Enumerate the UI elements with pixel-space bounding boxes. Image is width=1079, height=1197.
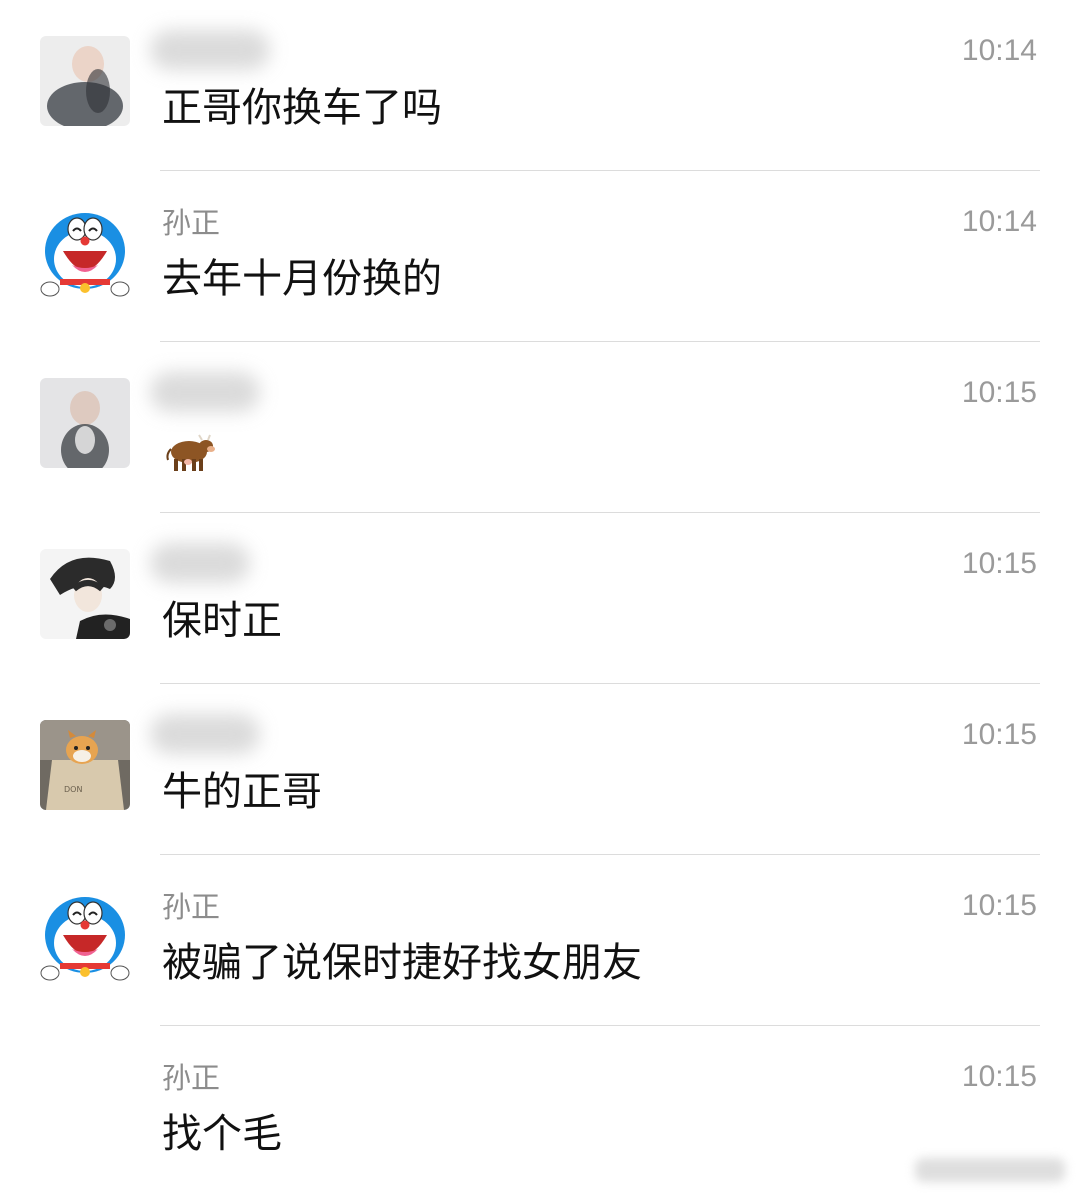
avatar[interactable] xyxy=(40,549,130,639)
message-text: 去年十月份换的 xyxy=(162,256,442,302)
watermark xyxy=(915,1158,1065,1182)
blurred-sender-name xyxy=(150,30,270,70)
message-text: 正哥你换车了吗 xyxy=(162,85,442,131)
cow-icon xyxy=(166,434,215,471)
avatar[interactable] xyxy=(40,36,130,126)
message-text: 牛的正哥 xyxy=(162,769,322,815)
message-time: 10:15 xyxy=(961,547,1037,580)
chat-message[interactable]: 10:14 正哥你换车了吗 xyxy=(0,0,1079,171)
sender-name: 孙正 xyxy=(162,890,221,924)
message-text: 被骗了说保时捷好找女朋友 xyxy=(162,940,642,986)
blurred-sender-name xyxy=(150,543,250,583)
svg-text:DON: DON xyxy=(64,785,82,794)
chat-message[interactable]: DON 10:15 牛的正哥 xyxy=(0,684,1079,855)
blurred-sender-name xyxy=(150,372,260,412)
message-time: 10:15 xyxy=(961,376,1037,409)
blurred-sender-name xyxy=(150,714,260,754)
message-time: 10:15 xyxy=(961,889,1037,922)
avatar[interactable] xyxy=(40,378,130,468)
doraemon-avatar[interactable] xyxy=(40,891,130,981)
avatar[interactable]: DON xyxy=(40,720,130,810)
sender-name: 孙正 xyxy=(162,206,221,240)
message-time: 10:14 xyxy=(961,34,1037,67)
chat-message[interactable]: 孙正 10:14 去年十月份换的 xyxy=(0,171,1079,342)
chat-message[interactable]: 10:15 xyxy=(0,342,1079,513)
chat-message[interactable]: 孙正 10:15 被骗了说保时捷好找女朋友 xyxy=(0,855,1079,1026)
message-time: 10:15 xyxy=(961,718,1037,751)
message-time: 10:15 xyxy=(961,1060,1037,1093)
chat-message[interactable]: 10:15 保时正 xyxy=(0,513,1079,684)
message-text: 找个毛 xyxy=(162,1111,282,1157)
sender-name: 孙正 xyxy=(162,1061,221,1095)
message-time: 10:14 xyxy=(961,205,1037,238)
doraemon-avatar[interactable] xyxy=(40,207,130,297)
message-text: 保时正 xyxy=(162,598,282,644)
